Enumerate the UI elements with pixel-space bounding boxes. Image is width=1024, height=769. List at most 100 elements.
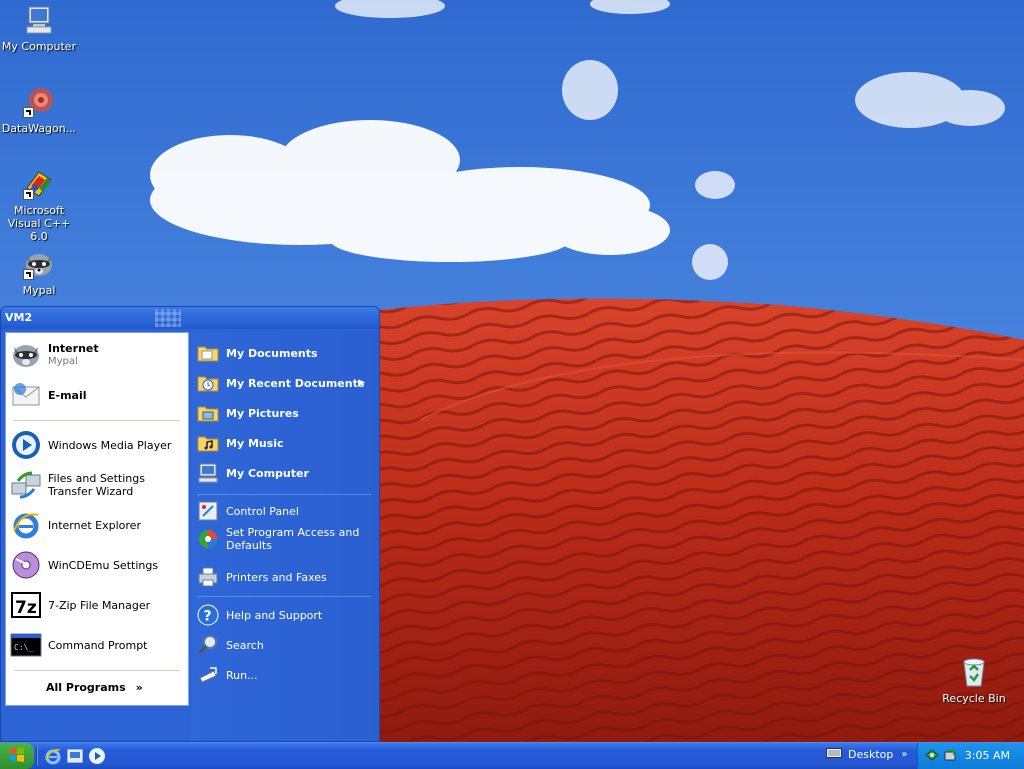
recent-command-prompt[interactable]: C:\_ Command Prompt [10,629,184,661]
desktop-icon-label: DataWagon... [1,122,77,135]
7zip-icon: 7z [10,589,42,621]
support-search[interactable]: Search [197,634,373,656]
separator [197,596,371,597]
start-menu-right-panel: My Documents My Recent Documents ▶ My Pi… [191,332,379,740]
desktop-icon-label: Mypal [22,284,56,297]
desktop-icon-label: Microsoft Visual C++ 6.0 [7,204,71,243]
recent-item-label: WinCDEmu Settings [48,558,159,572]
desktop-icon-my-computer[interactable]: My Computer [0,4,78,53]
pinned-email-title: E-mail [48,388,87,402]
network-icon[interactable] [924,747,940,763]
shortcut-arrow-icon [23,269,34,280]
recent-transfer-wizard[interactable]: Files and Settings Transfer Wizard [10,469,184,501]
place-label: My Computer [226,466,309,480]
desktop-toolbar-label: Desktop [848,748,894,761]
place-my-computer[interactable]: My Computer [197,462,373,484]
search-icon [197,634,219,656]
show-desktop-icon[interactable] [66,747,84,765]
recent-internet-explorer[interactable]: Internet Explorer [10,509,184,541]
recent-wincdemu[interactable]: WinCDEmu Settings [10,549,184,581]
transfer-wizard-icon [10,469,42,501]
all-programs-button[interactable]: All Programs » [46,681,143,694]
clock[interactable]: 3:05 AM [965,749,1010,762]
place-label: My Music [226,436,284,450]
shortcut-arrow-icon [23,189,34,200]
help-icon: ? [197,604,219,626]
support-run[interactable]: Run... [197,664,373,686]
system-program-access[interactable]: Set Program Access and Defaults [197,526,373,552]
svg-text:?: ? [204,609,212,625]
desktop-icon-label: My Computer [1,40,77,53]
recent-item-label: Command Prompt [48,638,148,652]
media-player-icon [10,429,42,461]
support-label: Run... [226,668,258,682]
command-prompt-icon: C:\_ [10,629,42,661]
system-control-panel[interactable]: Control Panel [197,500,373,522]
media-player-icon[interactable] [88,747,106,765]
recent-item-label: Internet Explorer [48,518,141,532]
recent-item-label: 7-Zip File Manager [48,598,151,612]
run-icon [197,664,219,686]
wincdemu-icon [10,549,42,581]
email-icon [10,379,42,411]
pinned-internet-subtitle: Mypal [48,356,78,367]
shortcut-arrow-icon [23,107,34,118]
place-my-documents[interactable]: My Documents [197,342,373,364]
place-my-music[interactable]: My Music [197,432,373,454]
start-menu-left-panel: Internet Mypal E-mail Windows Media Play… [5,332,189,706]
desktop-icon-visual-cpp[interactable]: Microsoft Visual C++ 6.0 [0,168,78,243]
place-label: My Documents [226,346,318,360]
submenu-arrow-icon: ▶ [358,378,365,388]
recycle-bin-icon [958,656,990,688]
recent-media-player[interactable]: Windows Media Player [10,429,184,461]
place-my-pictures[interactable]: My Pictures [197,402,373,424]
desktop-toolbar[interactable]: Desktop » [826,747,908,762]
folder-documents-icon [197,342,219,364]
all-programs-label: All Programs [46,681,126,694]
program-access-icon [197,528,219,550]
support-label: Search [226,638,264,652]
header-pattern [155,309,181,327]
double-chevron-right-icon: » [135,681,143,694]
folder-pictures-icon [197,402,219,424]
visual-cpp-icon [23,168,55,200]
windows-logo-icon [9,746,25,766]
computer-icon [197,462,219,484]
pinned-internet[interactable]: Internet Mypal [10,339,184,371]
start-menu: VM2 Internet Mypal E-mail Windows Media … [0,306,380,742]
control-panel-icon [197,500,219,522]
system-tray: 3:05 AM [917,743,1024,769]
svg-text:7z: 7z [15,598,37,618]
pinned-email[interactable]: E-mail [10,379,184,411]
quick-launch-separator [36,746,38,766]
system-label: Control Panel [226,504,299,518]
recent-7zip[interactable]: 7z 7-Zip File Manager [10,589,184,621]
place-label: My Recent Documents [226,376,365,390]
recent-item-label: Files and Settings Transfer Wizard [48,472,145,498]
desktop-icon-label: Recycle Bin [942,692,1006,705]
internet-explorer-icon[interactable] [44,747,62,765]
start-button[interactable] [0,743,34,769]
svg-text:C:\_: C:\_ [14,643,33,652]
recent-documents-icon [197,372,219,394]
mypal-icon [23,248,55,280]
pinned-internet-title: Internet [48,342,99,355]
system-label: Printers and Faxes [226,570,327,584]
desktop-icon-mypal[interactable]: Mypal [0,248,78,297]
separator [197,494,371,495]
support-label: Help and Support [226,608,323,622]
printer-icon [197,566,219,588]
desktop-icon-recycle-bin[interactable]: Recycle Bin [935,656,1013,705]
folder-music-icon [197,432,219,454]
safely-remove-icon[interactable] [942,747,958,763]
desktop-icon-datawagon[interactable]: DataWagon... [0,86,78,135]
taskbar: Desktop » 3:05 AM [0,742,1024,769]
toolbar-chevron-icon[interactable]: » [901,749,907,760]
support-help[interactable]: ? Help and Support [197,604,373,626]
separator [14,670,180,671]
start-menu-header: VM2 [1,307,379,329]
place-my-recent-documents[interactable]: My Recent Documents ▶ [197,372,373,394]
system-printers-faxes[interactable]: Printers and Faxes [197,566,373,588]
mypal-icon [10,339,42,371]
user-name: VM2 [5,311,33,324]
